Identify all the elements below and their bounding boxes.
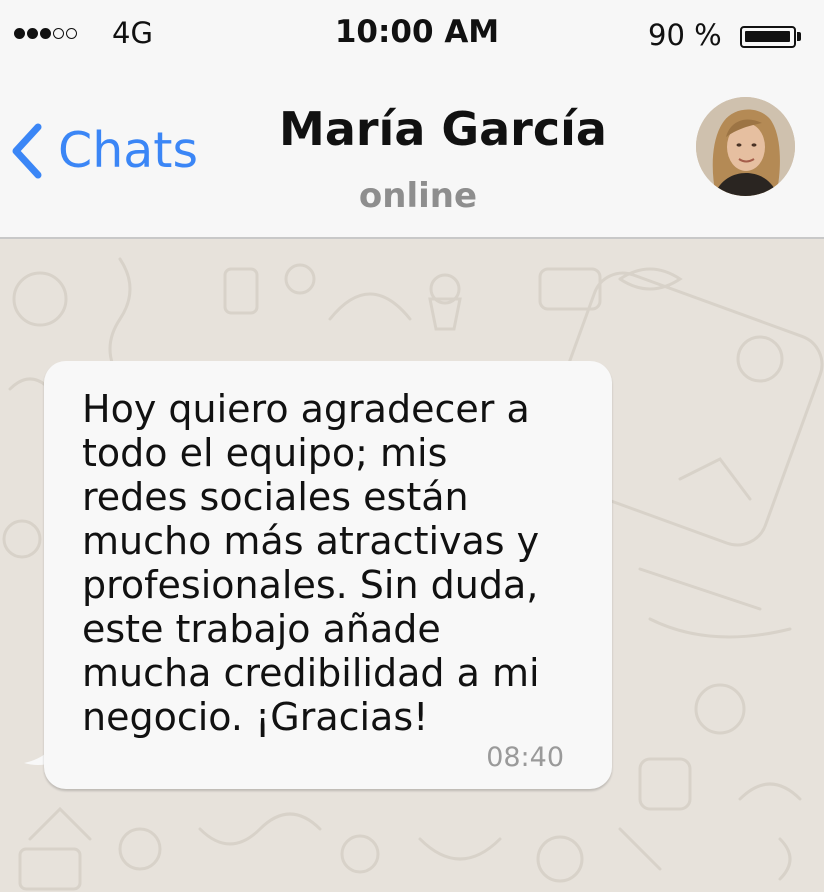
incoming-message-bubble[interactable]: Hoy quiero agradecer a todo el equipo; m… [44, 361, 612, 789]
battery-icon [740, 26, 801, 48]
chat-screen: 4G 10:00 AM 90 % Chats María García onli… [0, 0, 824, 892]
chat-area[interactable]: Hoy quiero agradecer a todo el equipo; m… [0, 239, 824, 892]
contact-status: online [358, 176, 478, 216]
battery-percent: 90 % [648, 18, 722, 52]
chat-header: Chats María García online [0, 72, 824, 239]
battery-level [745, 31, 790, 42]
status-bar: 4G 10:00 AM 90 % [0, 0, 824, 72]
avatar[interactable] [696, 97, 795, 196]
message-time: 08:40 [486, 742, 564, 773]
message-text: Hoy quiero agradecer a todo el equipo; m… [82, 387, 540, 739]
battery-nub [797, 32, 801, 41]
